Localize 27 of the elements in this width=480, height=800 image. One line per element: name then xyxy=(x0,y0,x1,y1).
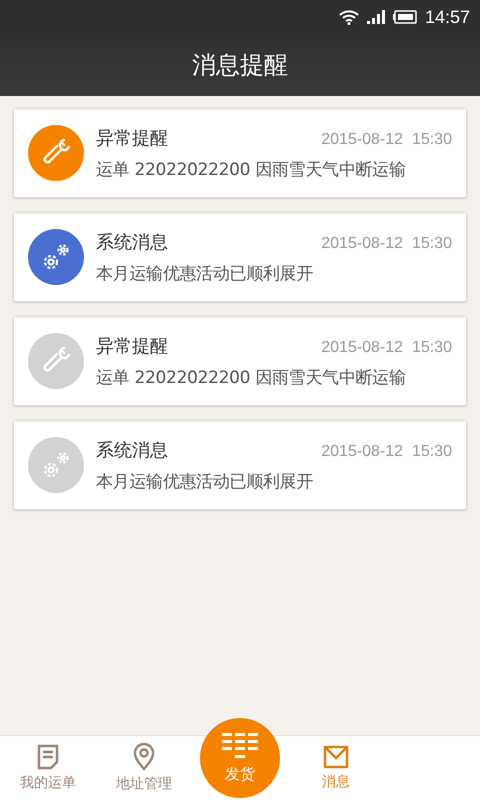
message-card[interactable]: 异常提醒 2015-08-12 15:30 运单 22022022200 因雨雪天气中断运输 xyxy=(13,108,467,198)
message-text: 本月运输优惠活动已顺利展开 xyxy=(96,470,314,492)
message-title: 异常提醒 xyxy=(96,126,168,150)
message-text: 本月运输优惠活动已顺利展开 xyxy=(96,262,314,284)
wifi-icon xyxy=(338,9,359,25)
status-time: 14:57 xyxy=(424,6,470,28)
message-title: 异常提醒 xyxy=(96,334,168,358)
message-time: 2015-08-12 15:30 xyxy=(321,338,452,356)
location-pin-icon xyxy=(133,743,155,771)
message-title: 系统消息 xyxy=(96,438,168,462)
signal-icon xyxy=(366,10,385,24)
message-time: 2015-08-12 15:30 xyxy=(321,130,452,148)
message-text: 运单 22022022200 因雨雪天气中断运输 xyxy=(96,366,407,388)
message-card[interactable]: 系统消息 2015-08-12 15:30 本月运输优惠活动已顺利展开 xyxy=(13,420,467,510)
message-time: 2015-08-12 15:30 xyxy=(321,442,452,460)
mail-icon xyxy=(323,745,349,769)
message-time: 2015-08-12 15:30 xyxy=(321,234,452,252)
list-icon xyxy=(222,732,258,758)
message-card[interactable]: 系统消息 2015-08-12 15:30 本月运输优惠活动已顺利展开 xyxy=(13,212,467,302)
nav-tab[interactable]: 我的运单 xyxy=(0,736,96,800)
nav-tab[interactable]: 地址管理 xyxy=(96,736,192,800)
document-icon xyxy=(37,744,59,770)
message-card[interactable]: 异常提醒 2015-08-12 15:30 运单 22022022200 因雨雪天气中断运输 xyxy=(13,316,467,406)
message-text: 运单 22022022200 因雨雪天气中断运输 xyxy=(96,158,407,180)
message-title: 系统消息 xyxy=(96,230,168,254)
battery-icon xyxy=(392,10,417,24)
page-title: 消息提醒 xyxy=(192,50,288,81)
